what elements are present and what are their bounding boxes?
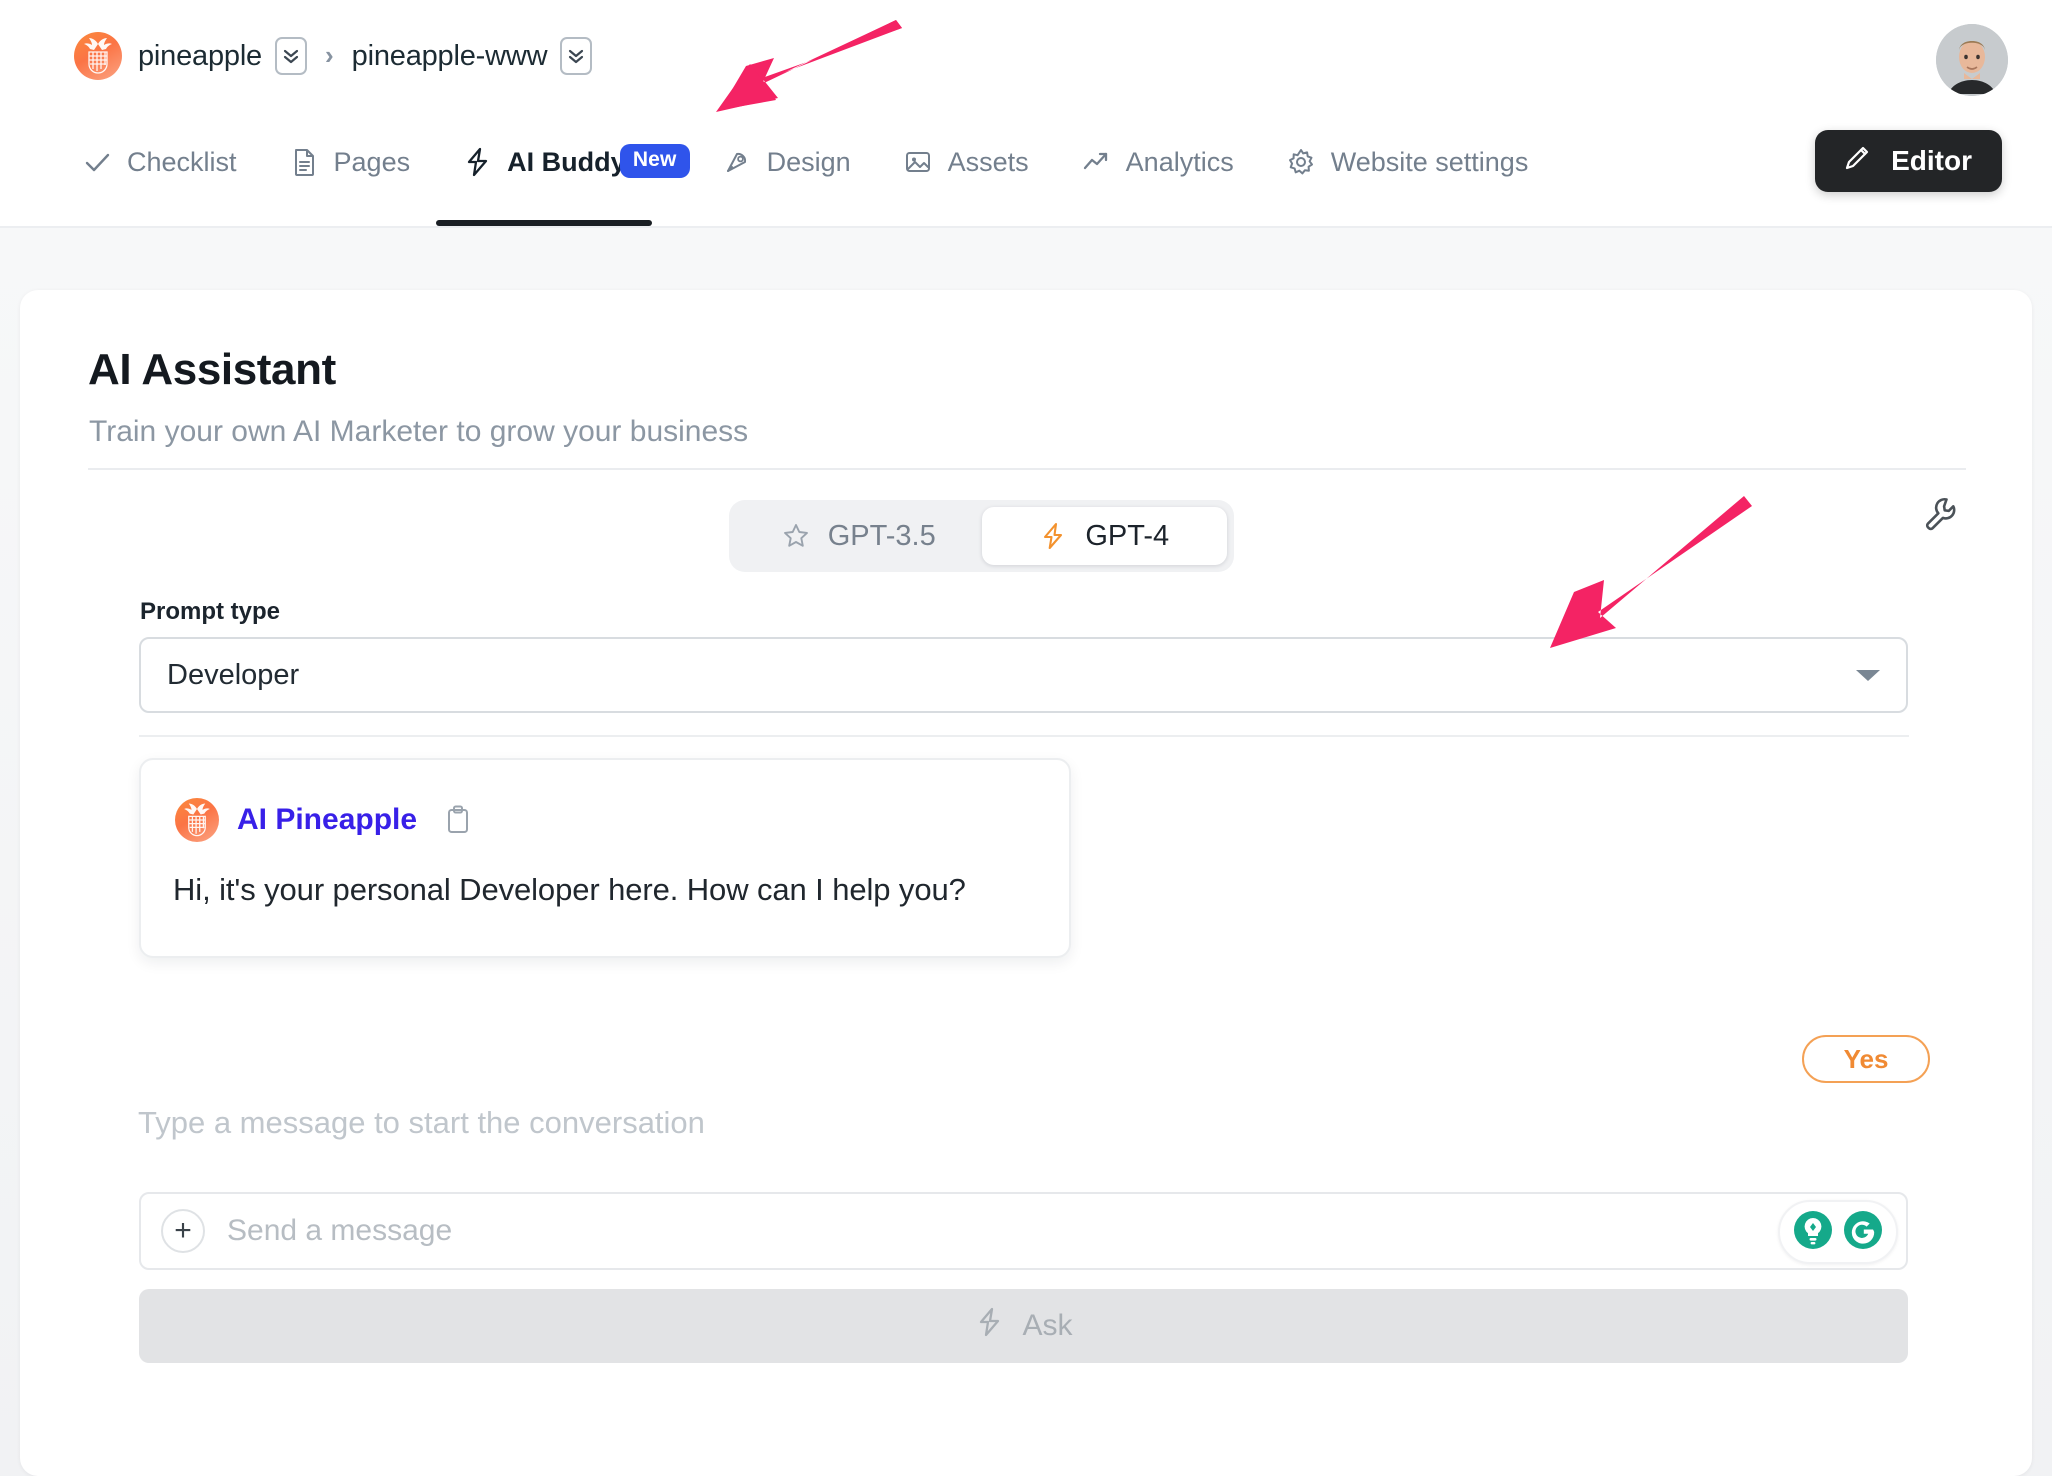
grammarly-lightbulb-icon[interactable] <box>1790 1207 1836 1258</box>
grammarly-logo-icon[interactable] <box>1840 1207 1886 1258</box>
prompt-type-label: Prompt type <box>140 598 281 625</box>
tab-pages-label: Pages <box>333 146 411 177</box>
pineapple-logo-icon <box>175 798 219 842</box>
clipboard-copy-icon[interactable] <box>441 803 475 837</box>
lightning-bolt-icon <box>462 147 492 177</box>
chat-message-bubble: AI Pineapple Hi, it's your personal Deve… <box>139 758 1071 958</box>
tab-checklist-label: Checklist <box>127 146 237 177</box>
check-icon <box>82 147 112 177</box>
prompt-type-select[interactable]: Developer <box>139 637 1908 713</box>
gear-icon <box>1286 147 1316 177</box>
breadcrumb-separator: › <box>325 39 334 70</box>
model-option-gpt4-label: GPT-4 <box>1085 519 1170 552</box>
divider <box>88 468 1966 470</box>
tab-design-label: Design <box>766 146 851 177</box>
pineapple-logo-icon <box>74 32 122 80</box>
quick-reply-yes-label: Yes <box>1843 1043 1889 1074</box>
pen-nib-icon <box>722 147 752 177</box>
chat-message-author: AI Pineapple <box>237 803 418 836</box>
model-toggle[interactable]: GPT-3.5 GPT-4 <box>729 500 1234 572</box>
tab-pages[interactable]: Pages <box>263 126 437 226</box>
quick-reply-yes-button[interactable]: Yes <box>1802 1035 1930 1083</box>
page-subtitle: Train your own AI Marketer to grow your … <box>89 415 749 448</box>
message-input[interactable]: + Send a message <box>139 1192 1908 1270</box>
tab-assets-label: Assets <box>947 146 1029 177</box>
tab-ai-buddy[interactable]: AI Buddy New <box>436 126 690 226</box>
message-input-placeholder: Send a message <box>227 1214 453 1247</box>
editor-button-label: Editor <box>1891 145 1972 176</box>
tab-checklist[interactable]: Checklist <box>56 126 263 226</box>
tab-analytics[interactable]: Analytics <box>1055 126 1260 226</box>
nav-tabs: Checklist Pages AI Buddy New Design Asse… <box>56 126 1554 226</box>
workspace-switcher-double-chevron-down-icon[interactable] <box>275 37 307 75</box>
trend-up-icon <box>1081 147 1111 177</box>
top-bar: pineapple › pineapple-www Checklist Page… <box>0 0 2052 228</box>
lightning-bolt-icon <box>1039 522 1067 550</box>
wrench-icon[interactable] <box>1918 490 1964 536</box>
chat-message-header: AI Pineapple <box>175 798 475 842</box>
document-icon <box>289 147 319 177</box>
grammarly-assist-group[interactable] <box>1778 1200 1898 1264</box>
avatar[interactable] <box>1936 24 2008 96</box>
lightning-bolt-icon <box>974 1307 1004 1345</box>
divider <box>139 735 1909 737</box>
chat-message-text: Hi, it's your personal Developer here. H… <box>173 872 966 907</box>
tab-analytics-label: Analytics <box>1125 146 1234 177</box>
app-root: pineapple › pineapple-www Checklist Page… <box>0 0 2052 1476</box>
tab-design[interactable]: Design <box>696 126 877 226</box>
tab-assets[interactable]: Assets <box>877 126 1055 226</box>
tab-website-settings[interactable]: Website settings <box>1260 126 1555 226</box>
tab-website-settings-label: Website settings <box>1330 146 1529 177</box>
site-switcher-double-chevron-down-icon[interactable] <box>560 37 593 75</box>
plus-circle-icon[interactable]: + <box>161 1209 205 1253</box>
breadcrumb-workspace-label[interactable]: pineapple <box>138 40 262 73</box>
star-icon <box>782 522 810 550</box>
prompt-type-value: Developer <box>167 658 300 691</box>
model-option-gpt35[interactable]: GPT-3.5 <box>736 507 982 565</box>
chevron-down-icon <box>1856 669 1880 681</box>
page-title: AI Assistant <box>88 345 336 394</box>
image-icon <box>903 147 933 177</box>
conversation-hint: Type a message to start the conversation <box>138 1105 705 1140</box>
status-badge-new: New <box>619 144 690 178</box>
breadcrumb-site-label[interactable]: pineapple-www <box>352 40 548 73</box>
ask-button[interactable]: Ask <box>139 1289 1908 1363</box>
model-option-gpt4[interactable]: GPT-4 <box>981 507 1227 565</box>
tab-ai-buddy-label: AI Buddy <box>507 146 626 177</box>
breadcrumb: pineapple › pineapple-www <box>74 28 593 84</box>
ask-button-label: Ask <box>1022 1309 1073 1342</box>
pencil-icon <box>1841 142 1873 181</box>
editor-button[interactable]: Editor <box>1815 130 2002 192</box>
model-option-gpt35-label: GPT-3.5 <box>827 519 936 552</box>
